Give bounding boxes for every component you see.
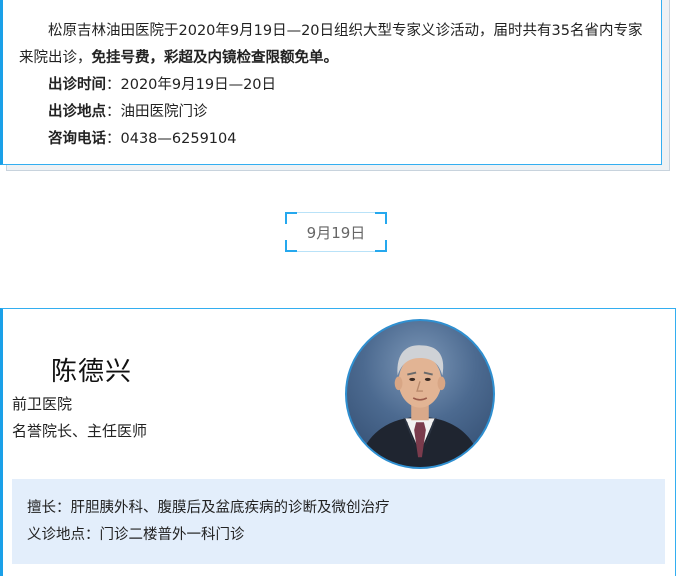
notice-place-line: 出诊地点：油田医院门诊	[19, 99, 645, 126]
doctor-card: 陈德兴 前卫医院 名誉院长、主任医师 擅长：肝胆胰外科、腹膜后及盆底疾病的诊断及…	[0, 308, 676, 576]
phone-label: 咨询电话	[48, 131, 106, 147]
date-tag-bottom-line	[285, 251, 387, 252]
place-value: ：油田医院门诊	[106, 104, 208, 120]
event-notice: 松原吉林油田医院于2020年9月19日—20日组织大型专家义诊活动，届时共有35…	[0, 0, 662, 165]
notice-time-line: 出诊时间：2020年9月19日—20日	[19, 72, 645, 99]
doctor-title: 名誉院长、主任医师	[12, 422, 148, 440]
doctor-detail-box: 擅长：肝胆胰外科、腹膜后及盆底疾病的诊断及微创治疗 义诊地点：门诊二楼普外一科门…	[12, 479, 665, 564]
doctor-hospital: 前卫医院	[12, 395, 73, 413]
doctor-portrait-icon	[356, 345, 484, 467]
date-tag-corner	[285, 212, 297, 224]
date-tag-corner	[375, 240, 387, 252]
doctor-specialty: 擅长：肝胆胰外科、腹膜后及盆底疾病的诊断及微创治疗	[27, 500, 390, 516]
date-tag-corner	[375, 212, 387, 224]
time-label: 出诊时间	[48, 77, 106, 93]
notice-intro-highlight: 免挂号费，彩超及内镜检查限额免单。	[91, 50, 339, 66]
date-tag-top-line	[285, 212, 387, 213]
date-tag-label: 9月19日	[306, 223, 366, 242]
phone-value: ：0438—6259104	[106, 131, 237, 147]
date-tag: 9月19日	[285, 212, 387, 252]
doctor-photo	[345, 319, 495, 469]
doctor-clinic-location: 义诊地点：门诊二楼普外一科门诊	[27, 527, 245, 543]
notice-intro: 松原吉林油田医院于2020年9月19日—20日组织大型专家义诊活动，届时共有35…	[19, 18, 645, 72]
time-value: ：2020年9月19日—20日	[106, 77, 277, 93]
date-tag-corner	[285, 240, 297, 252]
notice-phone-line: 咨询电话：0438—6259104	[19, 126, 645, 153]
doctor-name: 陈德兴	[51, 357, 133, 387]
place-label: 出诊地点	[48, 104, 106, 120]
